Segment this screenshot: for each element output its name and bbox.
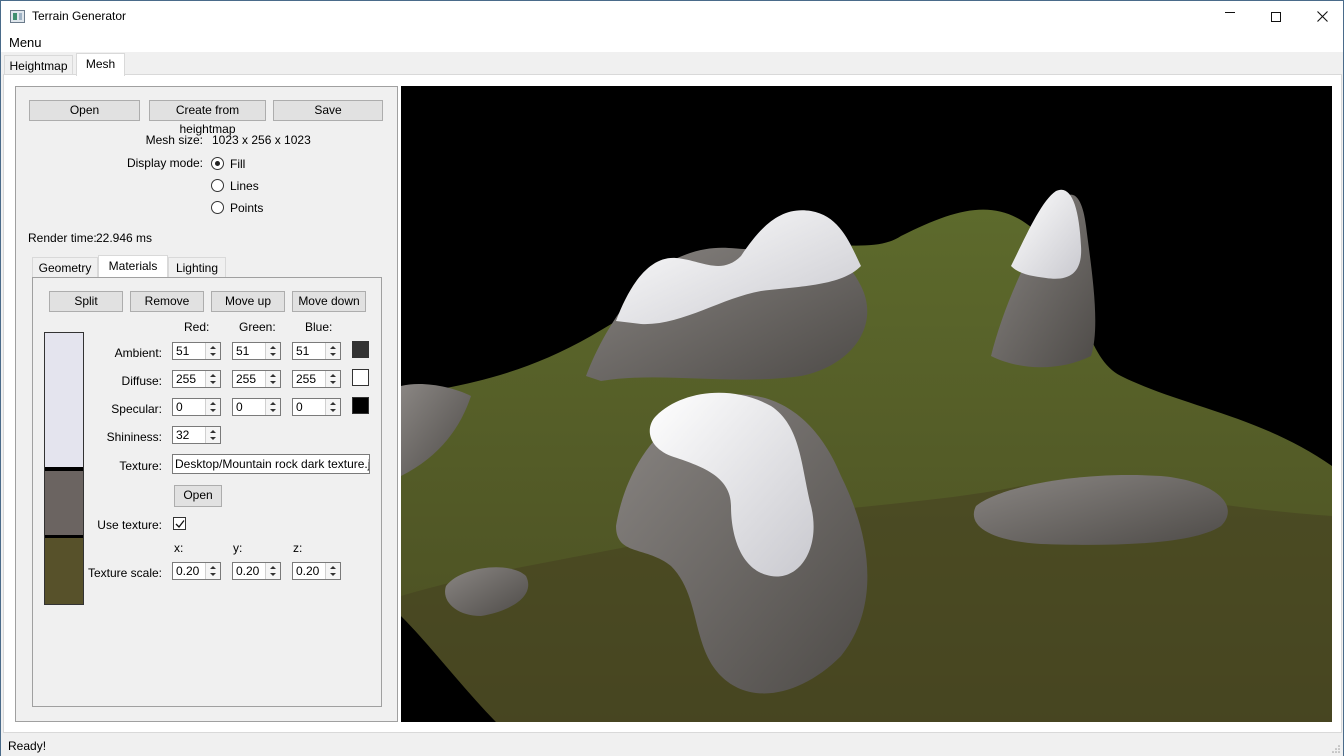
minimize-button[interactable] (1207, 1, 1253, 32)
close-icon (1316, 11, 1328, 22)
mesh-controls-panel: Open Create from heightmap Save Mesh siz… (15, 86, 398, 722)
texture-path-field[interactable]: Desktop/Mountain rock dark texture.jpg (172, 454, 370, 474)
tab-geometry[interactable]: Geometry (32, 257, 98, 277)
remove-button[interactable]: Remove (130, 291, 204, 312)
app-window: Terrain Generator Menu Heightmap Mesh Op… (0, 0, 1344, 756)
render-time-value: 22.946 ms (96, 231, 153, 245)
texture-scale-z-spinbox[interactable]: 0.20 (292, 562, 341, 580)
scale-x-header: x: (174, 541, 184, 555)
mesh-tab-content: Open Create from heightmap Save Mesh siz… (3, 74, 1342, 733)
spin-arrows-icon[interactable] (205, 563, 220, 579)
scale-y-header: y: (233, 541, 243, 555)
shininess-spinbox[interactable]: 32 (172, 426, 221, 444)
minimize-icon (1225, 12, 1235, 13)
texture-scale-label: Texture scale: (87, 566, 162, 580)
specular-blue-spinbox[interactable]: 0 (292, 398, 341, 416)
spin-arrows-icon[interactable] (265, 343, 280, 359)
spin-arrows-icon[interactable] (265, 371, 280, 387)
tab-heightmap[interactable]: Heightmap (4, 55, 73, 75)
checkmark-icon (175, 520, 185, 528)
display-mode-label: Display mode: (126, 156, 203, 170)
tab-materials[interactable]: Materials (98, 255, 168, 277)
material-gradient-bar[interactable] (44, 332, 84, 605)
render-time-label: Render time: (28, 231, 97, 245)
terrain-render (401, 86, 1332, 722)
display-mode-points-label[interactable]: Points (230, 201, 263, 215)
display-mode-fill-label[interactable]: Fill (230, 157, 245, 171)
close-button[interactable] (1299, 1, 1344, 32)
resize-grip-icon[interactable] (1331, 744, 1341, 754)
shininess-label: Shininess: (106, 430, 162, 444)
display-mode-fill-radio[interactable] (211, 157, 224, 170)
maximize-button[interactable] (1253, 1, 1299, 32)
green-header: Green: (239, 320, 276, 334)
save-mesh-button[interactable]: Save (273, 100, 383, 121)
window-title: Terrain Generator (32, 9, 127, 23)
ambient-label: Ambient: (114, 346, 162, 360)
ambient-green-spinbox[interactable]: 51 (232, 342, 281, 360)
red-header: Red: (184, 320, 210, 334)
blue-header: Blue: (305, 320, 333, 334)
spin-arrows-icon[interactable] (325, 371, 340, 387)
use-texture-label: Use texture: (97, 518, 162, 532)
specular-label: Specular: (111, 402, 162, 416)
spin-arrows-icon[interactable] (325, 399, 340, 415)
spin-arrows-icon[interactable] (205, 371, 220, 387)
display-mode-points-radio[interactable] (211, 201, 224, 214)
spin-arrows-icon[interactable] (325, 343, 340, 359)
menu-bar: Menu (1, 32, 1343, 52)
ambient-color-swatch[interactable] (352, 341, 369, 358)
tab-lighting[interactable]: Lighting (168, 257, 226, 277)
create-from-heightmap-button[interactable]: Create from heightmap (149, 100, 266, 136)
material-segment-snow[interactable] (45, 333, 83, 467)
status-bar: Ready! (1, 734, 1343, 756)
menu-item-menu[interactable]: Menu (9, 35, 42, 50)
title-bar[interactable]: Terrain Generator (1, 1, 1343, 32)
specular-color-swatch[interactable] (352, 397, 369, 414)
spin-arrows-icon[interactable] (265, 399, 280, 415)
materials-panel: Split Remove Move up Move down Red: Gree… (32, 277, 382, 707)
spin-arrows-icon[interactable] (325, 563, 340, 579)
texture-scale-y-spinbox[interactable]: 0.20 (232, 562, 281, 580)
specular-red-spinbox[interactable]: 0 (172, 398, 221, 416)
diffuse-color-swatch[interactable] (352, 369, 369, 386)
texture-scale-x-spinbox[interactable]: 0.20 (172, 562, 221, 580)
display-mode-lines-radio[interactable] (211, 179, 224, 192)
mesh-size-label: Mesh size: (145, 133, 203, 147)
diffuse-blue-spinbox[interactable]: 255 (292, 370, 341, 388)
spin-arrows-icon[interactable] (205, 343, 220, 359)
texture-open-button[interactable]: Open (174, 485, 222, 507)
split-button[interactable]: Split (49, 291, 123, 312)
scale-z-header: z: (293, 541, 303, 555)
diffuse-green-spinbox[interactable]: 255 (232, 370, 281, 388)
move-down-button[interactable]: Move down (292, 291, 366, 312)
ambient-blue-spinbox[interactable]: 51 (292, 342, 341, 360)
spin-arrows-icon[interactable] (205, 427, 220, 443)
diffuse-label: Diffuse: (121, 374, 162, 388)
spin-arrows-icon[interactable] (265, 563, 280, 579)
tab-mesh[interactable]: Mesh (76, 53, 125, 76)
move-up-button[interactable]: Move up (211, 291, 285, 312)
mesh-size-value: 1023 x 256 x 1023 (212, 133, 311, 147)
specular-green-spinbox[interactable]: 0 (232, 398, 281, 416)
maximize-icon (1271, 11, 1281, 22)
diffuse-red-spinbox[interactable]: 255 (172, 370, 221, 388)
ambient-red-spinbox[interactable]: 51 (172, 342, 221, 360)
app-icon (10, 10, 25, 23)
status-text: Ready! (8, 739, 47, 753)
use-texture-checkbox[interactable] (173, 517, 186, 530)
open-mesh-button[interactable]: Open (29, 100, 140, 121)
display-mode-lines-label[interactable]: Lines (230, 179, 259, 193)
texture-label: Texture: (119, 459, 162, 473)
3d-viewport[interactable] (401, 86, 1332, 722)
spin-arrows-icon[interactable] (205, 399, 220, 415)
